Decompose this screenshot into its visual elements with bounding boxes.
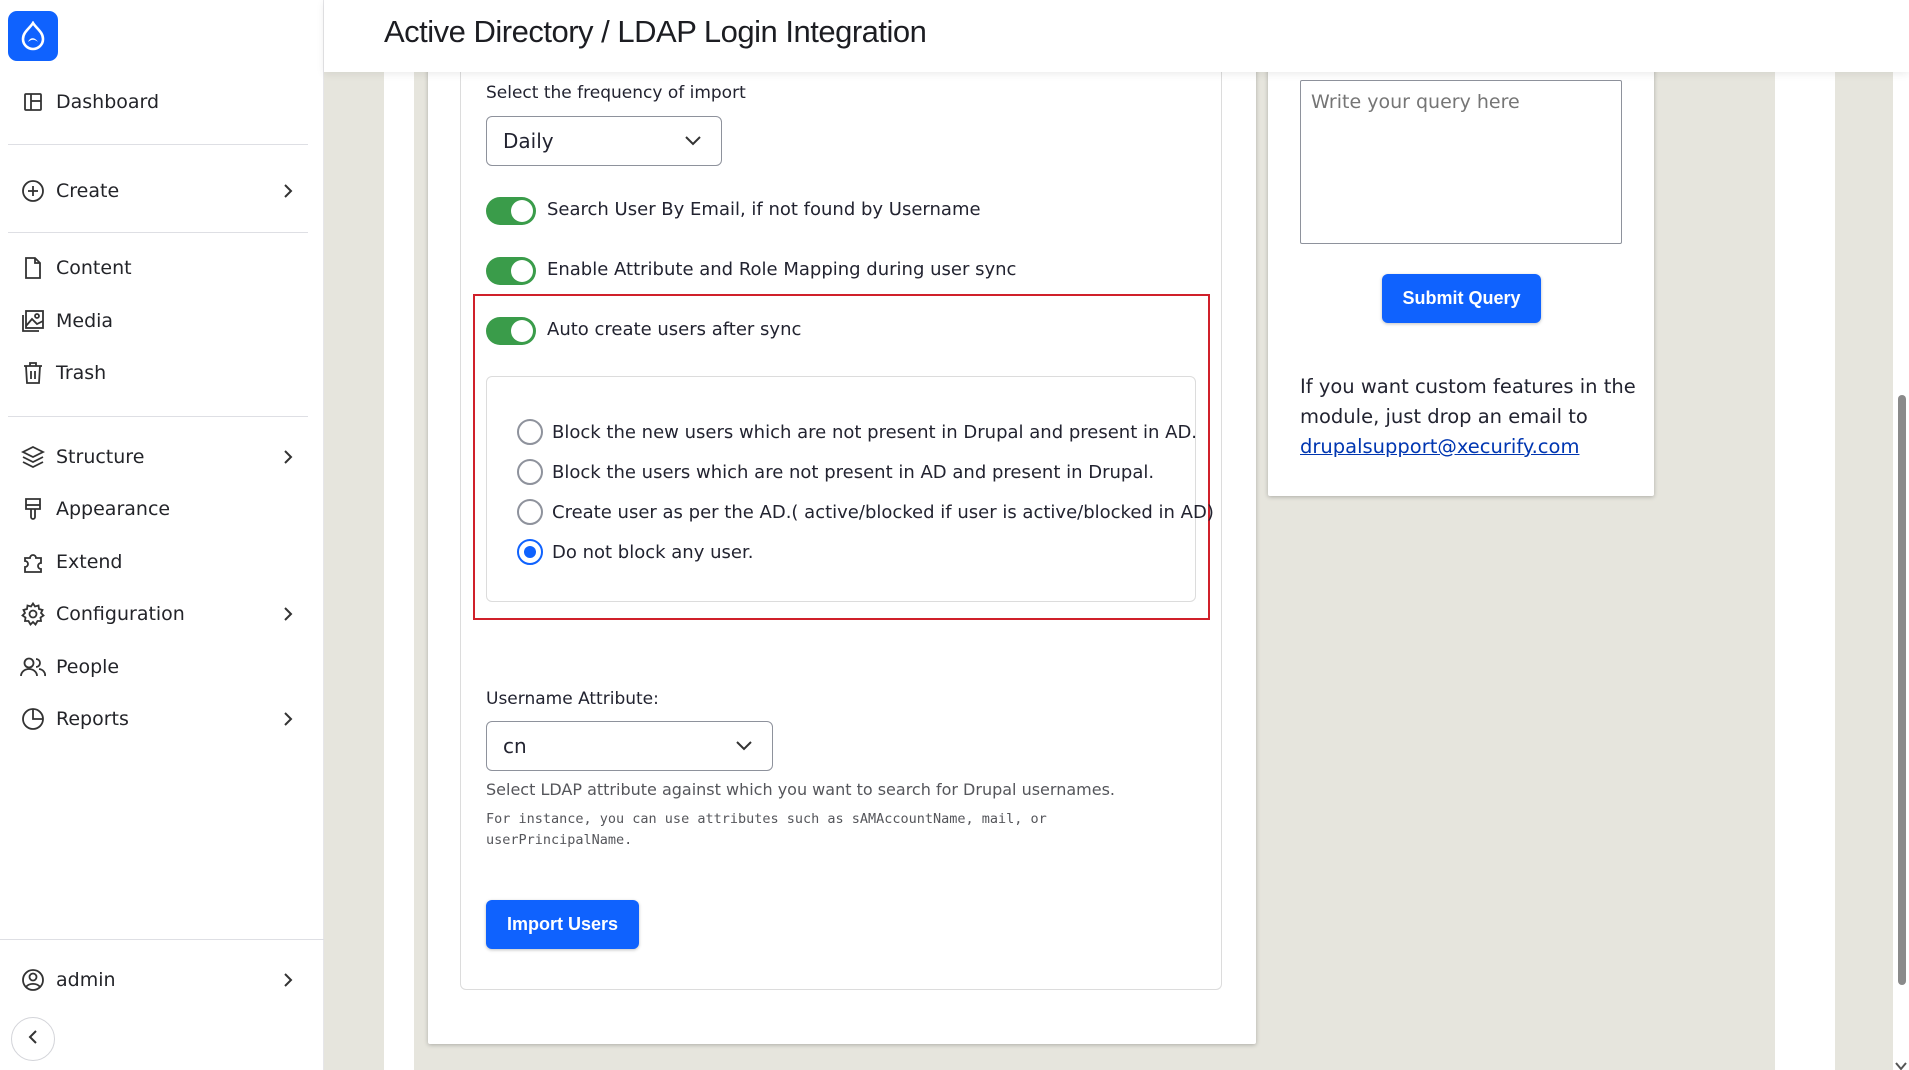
- sidebar-item-label: Media: [56, 310, 114, 332]
- sidebar-item-content[interactable]: Content: [20, 248, 300, 288]
- sidebar-item-label: Reports: [56, 708, 129, 730]
- username-attribute-example: For instance, you can use attributes suc…: [486, 811, 1047, 848]
- dashboard-icon: [20, 89, 46, 115]
- radio-option-mirror-ad-status[interactable]: Create user as per the AD.( active/block…: [517, 498, 1214, 526]
- username-attribute-label: Username Attribute:: [486, 689, 659, 709]
- collapse-sidebar-button[interactable]: [11, 1017, 55, 1061]
- username-attribute-value: cn: [503, 734, 527, 758]
- sidebar-item-label: Appearance: [56, 498, 171, 520]
- page-title: Active Directory / LDAP Login Integratio…: [384, 14, 927, 49]
- frequency-select-value: Daily: [503, 129, 554, 153]
- frequency-select[interactable]: Daily: [486, 116, 722, 166]
- auto-create-users-label: Auto create users after sync: [547, 319, 802, 340]
- username-attribute-select[interactable]: cn: [486, 721, 773, 771]
- auto-create-users-toggle[interactable]: [486, 317, 536, 345]
- username-attribute-help: Select LDAP attribute against which you …: [486, 780, 1115, 799]
- sidebar-item-trash[interactable]: Trash: [20, 353, 300, 393]
- sidebar-item-label: Configuration: [56, 603, 185, 625]
- plus-circle-icon: [20, 178, 46, 204]
- user-name: admin: [56, 969, 116, 991]
- sidebar-divider: [0, 939, 324, 940]
- radio-label: Block the new users which are not presen…: [552, 421, 1198, 443]
- page-header: Active Directory / LDAP Login Integratio…: [324, 0, 1909, 72]
- chevron-left-icon: [27, 1029, 39, 1049]
- radio-label: Create user as per the AD.( active/block…: [552, 501, 1214, 523]
- chevron-right-icon: [276, 707, 300, 731]
- radio-label: Block the users which are not present in…: [552, 461, 1155, 483]
- attribute-role-mapping-label: Enable Attribute and Role Mapping during…: [547, 259, 1017, 280]
- query-textarea[interactable]: [1300, 80, 1622, 244]
- sidebar-item-reports[interactable]: Reports: [20, 699, 300, 739]
- sidebar-item-appearance[interactable]: Appearance: [20, 489, 300, 529]
- sidebar-user-menu[interactable]: admin: [20, 960, 300, 1000]
- user-circle-icon: [20, 967, 46, 993]
- sidebar-item-create[interactable]: Create: [20, 171, 300, 211]
- sidebar-item-label: Content: [56, 257, 132, 279]
- sidebar-item-dashboard[interactable]: Dashboard: [20, 82, 300, 122]
- radio-option-block-missing-in-ad[interactable]: Block the users which are not present in…: [517, 458, 1154, 486]
- sidebar-item-people[interactable]: People: [20, 647, 300, 687]
- sidebar: Dashboard Create Content Media Trash Str…: [0, 0, 324, 1070]
- attribute-role-mapping-toggle[interactable]: [486, 257, 536, 285]
- radio-button[interactable]: [517, 419, 543, 445]
- layers-icon: [20, 444, 46, 470]
- chevron-right-icon: [276, 602, 300, 626]
- trash-icon: [20, 360, 46, 386]
- sidebar-item-extend[interactable]: Extend: [20, 542, 300, 582]
- content-gutter: [384, 72, 414, 1070]
- sidebar-item-label: Create: [56, 180, 120, 202]
- custom-features-message: If you want custom features in the modul…: [1300, 375, 1636, 428]
- chevron-right-icon: [276, 179, 300, 203]
- scroll-down-arrow-icon[interactable]: [1895, 1056, 1907, 1070]
- search-by-email-toggle[interactable]: [486, 197, 536, 225]
- sidebar-item-label: Trash: [56, 362, 107, 384]
- sidebar-divider: [8, 416, 308, 417]
- brush-icon: [20, 496, 46, 522]
- custom-features-text: If you want custom features in the modul…: [1300, 372, 1640, 462]
- radio-button-checked[interactable]: [517, 539, 543, 565]
- image-icon: [20, 308, 46, 334]
- sidebar-divider: [8, 144, 308, 145]
- sidebar-divider: [8, 232, 308, 233]
- chevron-down-icon: [734, 735, 754, 760]
- radio-button[interactable]: [517, 459, 543, 485]
- chevron-down-icon: [683, 130, 703, 155]
- sidebar-item-label: Extend: [56, 551, 123, 573]
- sidebar-item-configuration[interactable]: Configuration: [20, 594, 300, 634]
- gear-icon: [20, 601, 46, 627]
- chevron-right-icon: [276, 968, 300, 992]
- sidebar-item-media[interactable]: Media: [20, 301, 300, 341]
- sidebar-item-label: People: [56, 656, 120, 678]
- radio-button[interactable]: [517, 499, 543, 525]
- import-users-button[interactable]: Import Users: [486, 900, 639, 949]
- submit-query-button[interactable]: Submit Query: [1382, 274, 1541, 323]
- support-email-link[interactable]: drupalsupport@xecurify.com: [1300, 435, 1579, 458]
- search-by-email-label: Search User By Email, if not found by Us…: [547, 199, 981, 220]
- chevron-right-icon: [276, 445, 300, 469]
- radio-option-do-not-block[interactable]: Do not block any user.: [517, 538, 753, 566]
- frequency-label: Select the frequency of import: [486, 83, 746, 103]
- file-icon: [20, 255, 46, 281]
- puzzle-icon: [20, 549, 46, 575]
- sidebar-item-structure[interactable]: Structure: [20, 437, 300, 477]
- people-icon: [20, 654, 46, 680]
- scrollbar-thumb[interactable]: [1898, 395, 1906, 985]
- radio-label: Do not block any user.: [552, 541, 754, 563]
- drupal-logo-icon[interactable]: [8, 11, 58, 61]
- block-options-group: [486, 376, 1196, 602]
- sidebar-item-label: Structure: [56, 446, 145, 468]
- pie-chart-icon: [20, 706, 46, 732]
- content-gutter: [1775, 72, 1835, 1070]
- sidebar-item-label: Dashboard: [56, 91, 160, 113]
- radio-option-block-new-users[interactable]: Block the new users which are not presen…: [517, 418, 1197, 446]
